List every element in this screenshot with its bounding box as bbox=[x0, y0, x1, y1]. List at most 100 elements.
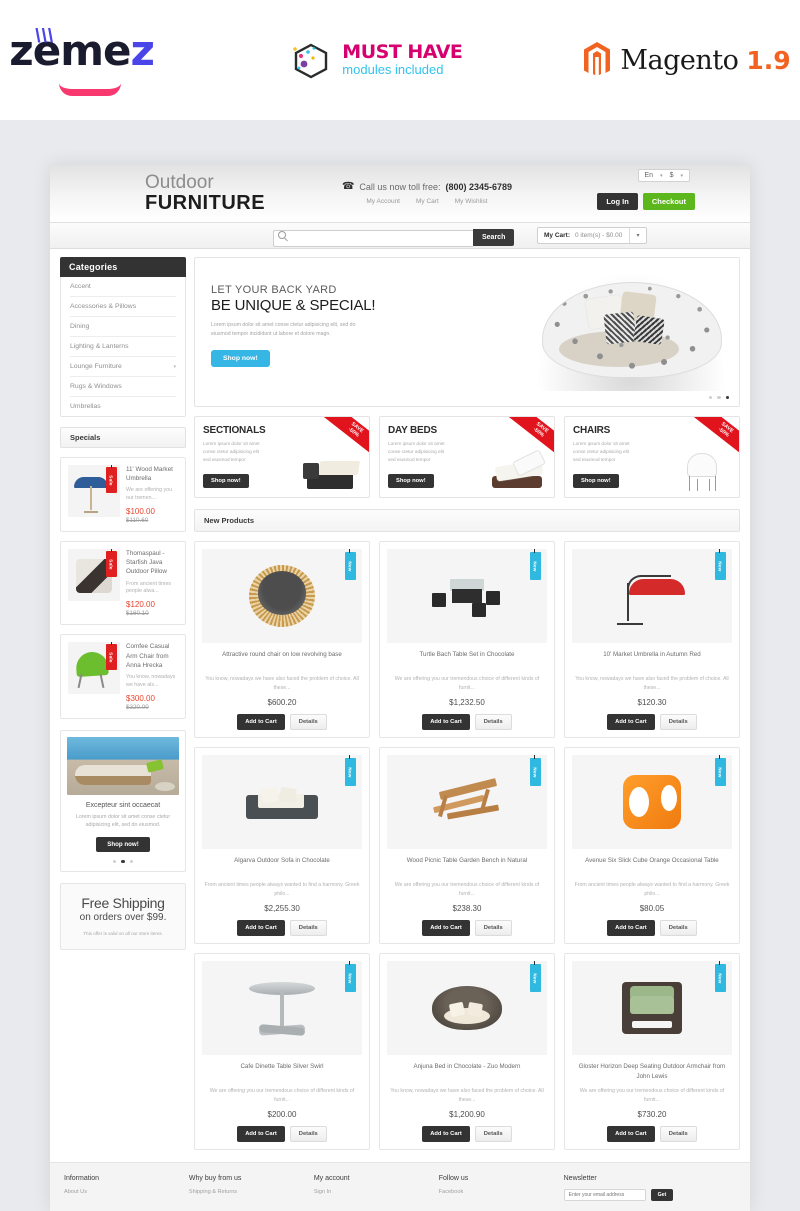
product-price: $1,232.50 bbox=[449, 698, 485, 708]
product-image: New bbox=[571, 549, 732, 643]
special-item[interactable]: Sale Comfee Casual Arm Chair from Anna H… bbox=[60, 634, 186, 719]
carousel-dot[interactable] bbox=[129, 859, 134, 864]
special-name: Thomaspaul - Starfish Java Outdoor Pillo… bbox=[126, 550, 167, 576]
sidebar-item-lounge-furniture[interactable]: Lounge Furniture ▾ bbox=[70, 357, 176, 377]
search-area: Search bbox=[273, 227, 515, 247]
footer-link-shipping-returns[interactable]: Shipping & Returns bbox=[189, 1189, 304, 1195]
carousel-dot-active[interactable] bbox=[121, 859, 125, 864]
login-button[interactable]: Log In bbox=[597, 193, 638, 210]
site-logo[interactable]: Outdoor FURNITURE bbox=[145, 173, 265, 213]
footer-link-facebook[interactable]: Facebook bbox=[439, 1189, 554, 1195]
add-to-cart-button[interactable]: Add to Cart bbox=[607, 920, 655, 937]
carousel-dot[interactable] bbox=[112, 859, 117, 864]
promo-card-sectionals[interactable]: SAVE -50% SECTIONALS Lorem ipsum dolor s… bbox=[194, 416, 370, 498]
product-card[interactable]: New Wood Picnic Table Garden Bench in Na… bbox=[378, 747, 555, 945]
product-name: Avenue Six Slick Cube Orange Occasional … bbox=[585, 857, 719, 865]
add-to-cart-button[interactable]: Add to Cart bbox=[607, 1126, 655, 1143]
product-actions: Add to Cart Details bbox=[572, 1126, 732, 1143]
sidebar-item-dining[interactable]: Dining bbox=[70, 317, 176, 337]
add-to-cart-button[interactable]: Add to Cart bbox=[422, 1126, 470, 1143]
add-to-cart-button[interactable]: Add to Cart bbox=[237, 714, 285, 731]
product-name: Anjuna Bed in Chocolate - Zuo Modern bbox=[413, 1063, 521, 1071]
carousel-dot[interactable] bbox=[717, 395, 721, 399]
product-card[interactable]: New Algarva Outdoor Sofa in Chocolate Fr… bbox=[194, 747, 370, 945]
sidebar-banner-image bbox=[67, 736, 179, 795]
hero-description: Lorem ipsum dolor sit amet conse ctetur … bbox=[211, 322, 356, 338]
chevron-down-icon-cart[interactable]: ▾ bbox=[629, 228, 646, 243]
product-card[interactable]: New Anjuna Bed in Chocolate - Zuo Modern… bbox=[378, 953, 555, 1151]
special-item[interactable]: Sale 11' Wood Market Umbrella We are off… bbox=[60, 457, 186, 533]
add-to-cart-button[interactable]: Add to Cart bbox=[237, 1126, 285, 1143]
must-have-title: MUST HAVE bbox=[342, 41, 463, 64]
promo-shop-now-button[interactable]: Shop now! bbox=[203, 474, 249, 488]
promo-desc: Lorem ipsum dolor sit amet conse ctetur … bbox=[203, 441, 260, 463]
details-button[interactable]: Details bbox=[474, 1126, 512, 1143]
special-name: Comfee Casual Arm Chair from Anna Hrecka bbox=[126, 643, 170, 669]
details-button[interactable]: Details bbox=[659, 920, 697, 937]
link-my-wishlist[interactable]: My Wishlist bbox=[455, 198, 488, 205]
add-to-cart-button[interactable]: Add to Cart bbox=[422, 714, 470, 731]
free-shipping-line2: on orders over $99. bbox=[79, 912, 167, 924]
checkout-button[interactable]: Checkout bbox=[642, 193, 695, 210]
carousel-dot[interactable] bbox=[708, 395, 712, 399]
footer-column-newsletter: Newsletter Get bbox=[563, 1175, 736, 1202]
product-image: New bbox=[202, 755, 362, 850]
search-button[interactable]: Search bbox=[473, 228, 515, 246]
product-price: $120.30 bbox=[637, 698, 667, 708]
must-have-badge: MUST HAVE modules included bbox=[289, 38, 463, 82]
details-button[interactable]: Details bbox=[474, 714, 512, 731]
details-button[interactable]: Details bbox=[659, 1126, 697, 1143]
orange-cube-table-art bbox=[622, 775, 681, 830]
sidebar-item-lighting-lanterns[interactable]: Lighting & Lanterns bbox=[70, 337, 176, 357]
footer-link-sign-in[interactable]: Sign In bbox=[314, 1189, 429, 1195]
details-button[interactable]: Details bbox=[659, 714, 697, 731]
link-my-cart[interactable]: My Cart bbox=[416, 198, 439, 205]
cart-label: My Cart: bbox=[544, 232, 571, 239]
promo-shop-now-button[interactable]: Shop now! bbox=[573, 474, 619, 488]
product-actions: Add to Cart Details bbox=[202, 1126, 362, 1143]
sidebar-item-rugs-windows[interactable]: Rugs & Windows bbox=[70, 377, 176, 397]
special-item[interactable]: Sale Thomaspaul - Starfish Java Outdoor … bbox=[60, 541, 186, 626]
product-image: New bbox=[571, 961, 732, 1056]
promo-card-chairs[interactable]: SAVE -50% CHAIRS Lorem ipsum dolor sit a… bbox=[564, 416, 740, 498]
zemez-wordmark: zemez bbox=[9, 30, 169, 72]
footer-link-about-us[interactable]: About Us bbox=[64, 1189, 179, 1195]
sidebar-item-umbrellas[interactable]: Umbrellas bbox=[70, 397, 176, 416]
add-to-cart-button[interactable]: Add to Cart bbox=[237, 920, 285, 937]
carousel-dot-active[interactable] bbox=[725, 395, 729, 399]
details-button[interactable]: Details bbox=[289, 1126, 327, 1143]
product-card[interactable]: New Cafe Dinette Table Silver Swirl We a… bbox=[194, 953, 370, 1151]
product-name: Attractive round chair on low revolving … bbox=[222, 651, 342, 658]
details-button[interactable]: Details bbox=[289, 920, 327, 937]
search-input[interactable] bbox=[273, 230, 473, 247]
language-currency-switcher[interactable]: En ▾ $ ▾ bbox=[637, 169, 690, 182]
product-card[interactable]: New Avenue Six Slick Cube Orange Occasio… bbox=[563, 747, 740, 945]
product-image: New bbox=[386, 961, 547, 1056]
promo-shop-now-button[interactable]: Shop now! bbox=[388, 474, 434, 488]
product-card[interactable]: New Attractive round chair on low revolv… bbox=[194, 541, 370, 739]
promo-card-day-beds[interactable]: SAVE -50% DAY BEDS Lorem ipsum dolor sit… bbox=[379, 416, 555, 498]
details-button[interactable]: Details bbox=[474, 920, 512, 937]
sidebar-item-accent[interactable]: Accent bbox=[70, 277, 176, 297]
link-my-account[interactable]: My Account bbox=[366, 198, 400, 205]
category-label: Accessories & Pillows bbox=[70, 303, 137, 310]
sidebar-banner-button[interactable]: Shop now! bbox=[96, 836, 150, 852]
sale-badge-label: Sale bbox=[109, 652, 114, 663]
add-to-cart-button[interactable]: Add to Cart bbox=[607, 714, 655, 731]
hero-shop-now-button[interactable]: Shop now! bbox=[211, 349, 270, 367]
product-card[interactable]: New Gloster Horizon Deep Seating Outdoor… bbox=[563, 953, 740, 1151]
product-card[interactable]: New Turtle Bach Table Set in Chocolate W… bbox=[378, 541, 555, 739]
new-badge-label: New bbox=[532, 560, 538, 572]
turtle-table-set-art bbox=[431, 573, 502, 619]
language-value: En bbox=[644, 172, 654, 179]
add-to-cart-button[interactable]: Add to Cart bbox=[422, 920, 470, 937]
product-actions: Add to Cart Details bbox=[202, 714, 362, 731]
hero-line-2: BE UNIQUE & SPECIAL! bbox=[211, 297, 376, 314]
hero-text: LET YOUR BACK YARD BE UNIQUE & SPECIAL! … bbox=[211, 284, 411, 367]
details-button[interactable]: Details bbox=[289, 714, 327, 731]
cart-summary[interactable]: My Cart: 0 item(s) - $0.00 ▾ bbox=[537, 227, 647, 244]
sidebar-item-accessories-pillows[interactable]: Accessories & Pillows bbox=[70, 297, 176, 317]
product-actions: Add to Cart Details bbox=[572, 920, 732, 937]
sidebar-banner-title: Excepteur sint occaecat bbox=[85, 801, 161, 809]
product-card[interactable]: New 10' Market Umbrella in Autumn Red Yo… bbox=[563, 541, 740, 739]
